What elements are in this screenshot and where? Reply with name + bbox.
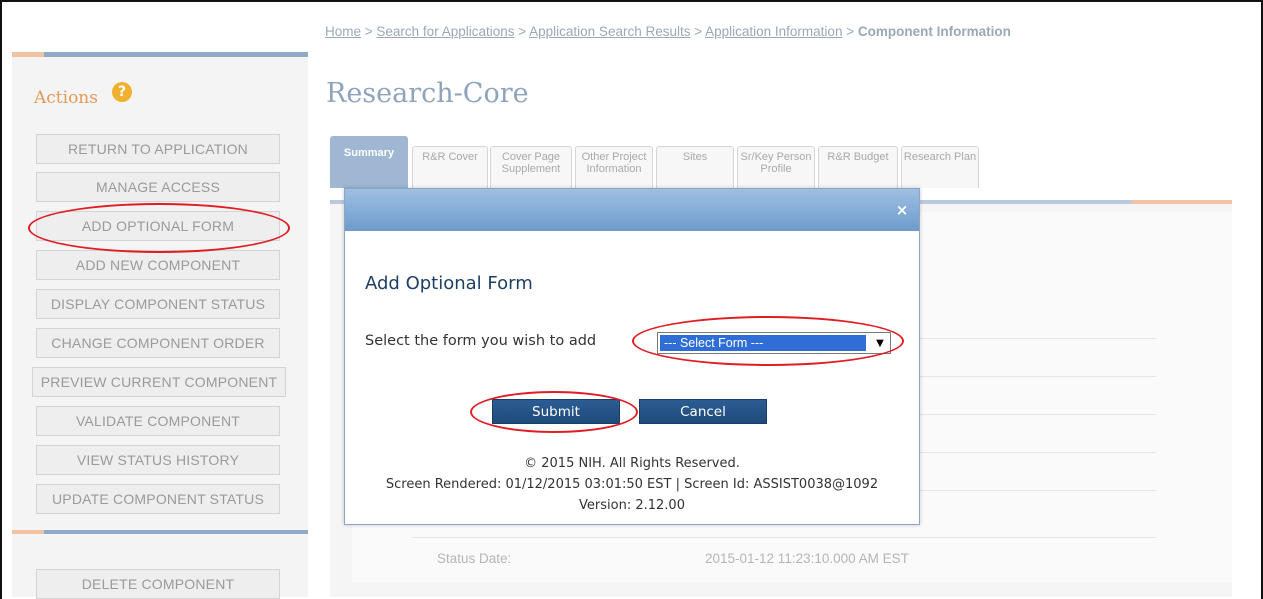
breadcrumb-separator: > [690, 24, 706, 39]
form-select-value: --- Select Form --- [660, 335, 866, 351]
return-to-application-button[interactable]: RETURN TO APPLICATION [36, 134, 280, 164]
copyright-text: © 2015 NIH. All Rights Reserved. [524, 456, 740, 471]
breadcrumb-separator: > [842, 24, 858, 39]
manage-access-button[interactable]: MANAGE ACCESS [36, 172, 280, 202]
help-icon[interactable]: ? [112, 82, 132, 102]
preview-current-component-button[interactable]: PREVIEW CURRENT COMPONENT [32, 367, 286, 397]
breadcrumb-search-link[interactable]: Search for Applications [376, 24, 514, 39]
breadcrumb-current: Component Information [857, 24, 1011, 39]
tab-rr-budget[interactable]: R&R Budget [818, 146, 898, 188]
breadcrumb-separator: > [514, 24, 530, 39]
sidebar-divider [12, 530, 308, 535]
status-date-value: 2015-01-12 11:23:10.000 AM EST [705, 551, 909, 566]
dialog-title: Add Optional Form [365, 273, 533, 294]
chevron-down-icon[interactable]: ▼ [872, 335, 888, 351]
row-divider [412, 537, 1156, 538]
dialog-header: × [345, 189, 919, 231]
view-status-history-button[interactable]: VIEW STATUS HISTORY [36, 445, 280, 475]
add-new-component-button[interactable]: ADD NEW COMPONENT [36, 250, 280, 280]
tab-research-plan[interactable]: Research Plan [901, 146, 979, 188]
validate-component-button[interactable]: VALIDATE COMPONENT [36, 406, 280, 436]
dialog-footer: © 2015 NIH. All Rights Reserved. Screen … [345, 453, 919, 516]
tab-rr-cover[interactable]: R&R Cover [412, 146, 488, 188]
form-select-label: Select the form you wish to add [365, 333, 597, 349]
breadcrumb: Home > Search for Applications > Applica… [325, 24, 1011, 39]
delete-component-button[interactable]: DELETE COMPONENT [36, 569, 280, 599]
update-component-status-button[interactable]: UPDATE COMPONENT STATUS [36, 484, 280, 514]
change-component-order-button[interactable]: CHANGE COMPONENT ORDER [36, 328, 280, 358]
breadcrumb-app-info-link[interactable]: Application Information [705, 24, 842, 39]
tab-sites[interactable]: Sites [656, 146, 734, 188]
submit-button[interactable]: Submit [492, 399, 620, 424]
close-icon[interactable]: × [893, 201, 911, 219]
actions-title: Actions [34, 88, 98, 108]
breadcrumb-results-link[interactable]: Application Search Results [529, 24, 690, 39]
breadcrumb-home-link[interactable]: Home [325, 24, 361, 39]
page-title: Research-Core [326, 78, 529, 109]
version-text: Version: 2.12.00 [579, 498, 685, 513]
add-optional-form-button[interactable]: ADD OPTIONAL FORM [36, 211, 280, 241]
breadcrumb-separator: > [361, 24, 377, 39]
tab-sr-key-person-profile[interactable]: Sr/Key Person Profile [737, 146, 815, 188]
tab-cover-page-supplement[interactable]: Cover Page Supplement [490, 146, 572, 188]
tab-other-project-information[interactable]: Other Project Information [575, 146, 653, 188]
tab-summary[interactable]: Summary [330, 136, 408, 188]
cancel-button[interactable]: Cancel [639, 399, 767, 424]
add-optional-form-dialog: × Add Optional Form Select the form you … [344, 188, 920, 525]
form-select[interactable]: --- Select Form --- ▼ [657, 332, 891, 354]
actions-sidebar: Actions ? RETURN TO APPLICATION MANAGE A… [12, 52, 308, 599]
display-component-status-button[interactable]: DISPLAY COMPONENT STATUS [36, 289, 280, 319]
screen-rendered-text: Screen Rendered: 01/12/2015 03:01:50 EST… [385, 477, 879, 492]
status-date-label: Status Date: [437, 551, 512, 566]
